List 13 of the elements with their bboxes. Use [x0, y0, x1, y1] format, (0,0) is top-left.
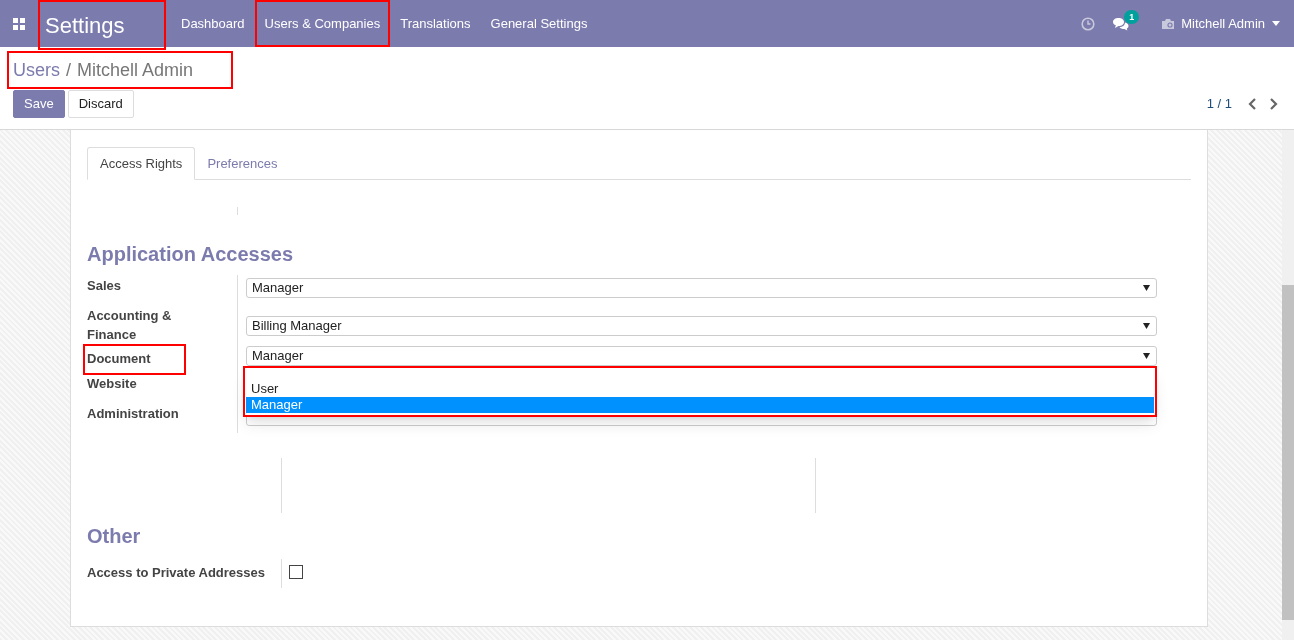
breadcrumb-separator: / — [65, 58, 73, 82]
breadcrumb-current: Mitchell Admin — [77, 58, 194, 82]
pager-value: 1 / 1 — [1206, 95, 1232, 114]
field-label: Document — [83, 344, 186, 375]
field-label: Access to Private Addresses — [87, 564, 266, 582]
field-label: Website — [87, 375, 138, 393]
field-label: Accounting & Finance — [87, 307, 173, 344]
field-label: Administration — [87, 405, 180, 423]
app-title: Settings — [38, 0, 166, 50]
field-label: Sales — [87, 277, 122, 295]
section-title: Other — [87, 524, 142, 549]
section-title: Application Accesses — [87, 242, 294, 267]
message-count-badge: 1 — [1124, 9, 1140, 24]
